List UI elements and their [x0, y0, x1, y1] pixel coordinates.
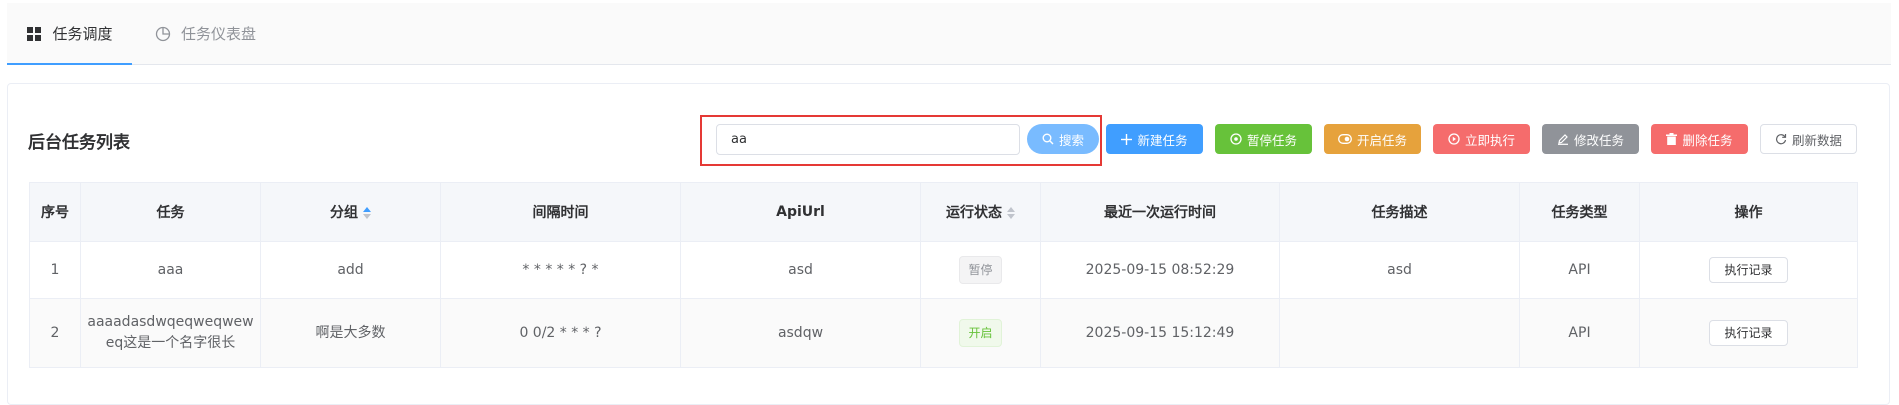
- execution-log-button[interactable]: 执行记录: [1709, 257, 1788, 283]
- cell-task: aaaadasdwqeqweqweweq这是一个名字很长: [80, 298, 261, 368]
- edit-task-button[interactable]: 修改任务: [1542, 124, 1639, 154]
- edit-task-label: 修改任务: [1573, 132, 1624, 148]
- cell-type: API: [1519, 298, 1640, 368]
- search-button-label: 搜索: [1058, 132, 1084, 148]
- status-badge: 暂停: [959, 256, 1002, 284]
- table-row[interactable]: 1 aaa add * * * * * ? * asd 暂停 2025-09-1…: [29, 241, 1858, 299]
- cell-group: 啊是大多数: [260, 298, 441, 368]
- table-row[interactable]: 2 aaaadasdwqeqweqweweq这是一个名字很长 啊是大多数 0 0…: [29, 298, 1858, 368]
- cell-index: 2: [29, 298, 81, 368]
- column-header-index: 序号: [29, 182, 81, 242]
- grid-icon: [26, 26, 42, 42]
- cell-apiurl: asd: [680, 241, 921, 299]
- sort-ascending-icon[interactable]: [363, 207, 371, 219]
- cell-task: aaa: [80, 241, 261, 299]
- tab-bar: 任务调度 任务仪表盘: [7, 3, 1891, 65]
- cell-index: 1: [29, 241, 81, 299]
- tab-label: 任务仪表盘: [181, 25, 257, 43]
- new-task-button[interactable]: 新建任务: [1106, 124, 1203, 154]
- pause-task-label: 暂停任务: [1246, 132, 1297, 148]
- search-input[interactable]: [716, 124, 1020, 155]
- column-header-type: 任务类型: [1519, 182, 1640, 242]
- column-header-action: 操作: [1639, 182, 1858, 242]
- tab-task-scheduling[interactable]: 任务调度: [7, 3, 132, 65]
- table-header-row: 序号 任务 分组 间隔时间 ApiUrl 运行状态 最近一次运行时间 任务描述 …: [29, 182, 1858, 242]
- column-header-description: 任务描述: [1279, 182, 1520, 242]
- start-task-button[interactable]: 开启任务: [1324, 124, 1421, 154]
- refresh-button[interactable]: 刷新数据: [1760, 124, 1857, 154]
- refresh-label: 刷新数据: [1791, 132, 1842, 148]
- cell-interval: * * * * * ? *: [440, 241, 681, 299]
- column-header-status[interactable]: 运行状态: [920, 182, 1041, 242]
- cell-description: asd: [1279, 241, 1520, 299]
- cell-last-run: 2025-09-15 08:52:29: [1040, 241, 1280, 299]
- column-header-interval: 间隔时间: [440, 182, 681, 242]
- column-header-group[interactable]: 分组: [260, 182, 441, 242]
- task-list-card: 后台任务列表 搜索 新建任务 暂停任务 开启任务 立即执行 修改任: [7, 83, 1890, 405]
- cell-group: add: [260, 241, 441, 299]
- refresh-icon: [1775, 133, 1787, 145]
- column-header-apiurl: ApiUrl: [680, 182, 921, 242]
- sort-icon[interactable]: [1007, 207, 1015, 219]
- trash-icon: [1666, 133, 1678, 145]
- start-task-label: 开启任务: [1356, 132, 1407, 148]
- column-header-last-run: 最近一次运行时间: [1040, 182, 1280, 242]
- cell-apiurl: asdqw: [680, 298, 921, 368]
- delete-task-button[interactable]: 删除任务: [1651, 124, 1748, 154]
- task-table: 序号 任务 分组 间隔时间 ApiUrl 运行状态 最近一次运行时间 任务描述 …: [29, 182, 1858, 368]
- search-icon: [1042, 133, 1054, 145]
- cell-action: 执行记录: [1639, 241, 1858, 299]
- cell-status: 暂停: [920, 241, 1041, 299]
- cell-status: 开启: [920, 298, 1041, 368]
- execution-log-button[interactable]: 执行记录: [1709, 320, 1788, 346]
- tab-task-dashboard[interactable]: 任务仪表盘: [155, 3, 256, 64]
- tab-label: 任务调度: [52, 25, 113, 43]
- pie-chart-icon: [155, 26, 171, 42]
- pause-task-button[interactable]: 暂停任务: [1215, 124, 1312, 154]
- run-now-button[interactable]: 立即执行: [1433, 124, 1530, 154]
- pause-circle-icon: [1230, 133, 1242, 145]
- status-badge: 开启: [959, 319, 1002, 347]
- play-circle-icon: [1448, 133, 1460, 145]
- run-now-label: 立即执行: [1464, 132, 1515, 148]
- column-header-task: 任务: [80, 182, 261, 242]
- card-title: 后台任务列表: [28, 133, 130, 153]
- cell-last-run: 2025-09-15 15:12:49: [1040, 298, 1280, 368]
- toggle-icon: [1338, 134, 1352, 144]
- edit-icon: [1557, 133, 1569, 145]
- search-button[interactable]: 搜索: [1027, 124, 1099, 154]
- new-task-label: 新建任务: [1137, 132, 1188, 148]
- plus-icon: [1121, 133, 1133, 145]
- delete-task-label: 删除任务: [1682, 132, 1733, 148]
- cell-interval: 0 0/2 * * * ?: [440, 298, 681, 368]
- cell-action: 执行记录: [1639, 298, 1858, 368]
- cell-description: [1279, 298, 1520, 368]
- cell-type: API: [1519, 241, 1640, 299]
